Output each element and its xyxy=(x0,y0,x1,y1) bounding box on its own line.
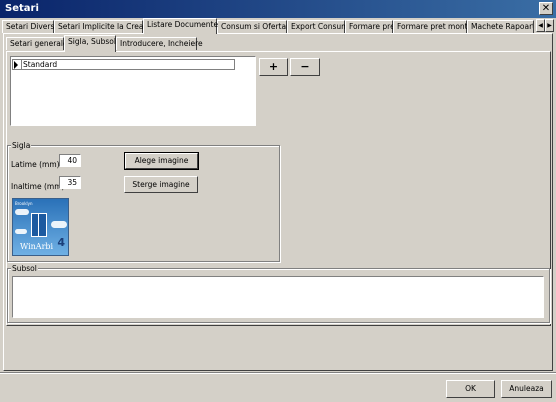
list-item[interactable]: Standard xyxy=(12,59,235,70)
footer-divider xyxy=(0,372,556,374)
list-item-label: Standard xyxy=(21,60,58,69)
cancel-button[interactable]: Anuleaza xyxy=(501,380,552,398)
scroll-left-button[interactable]: ◀ xyxy=(536,19,545,32)
tab-export-consum[interactable]: Export Consum xyxy=(287,20,348,33)
arrow-right-icon: ▶ xyxy=(547,22,552,29)
window-icon xyxy=(31,213,47,237)
tab-machete-rapoarte[interactable]: Machete Rapoarte xyxy=(467,20,534,33)
remove-button[interactable]: − xyxy=(290,58,320,76)
width-field[interactable]: 40 xyxy=(59,154,81,167)
main-tab-bar: Setari Diverse Setari Implicite la Crear… xyxy=(2,18,554,34)
close-button[interactable]: ✕ xyxy=(539,2,553,15)
logo-image: Brooklyn WinArbi 4 xyxy=(12,198,69,256)
tab-formare-pret-montaj[interactable]: Formare pret montaj xyxy=(393,20,474,33)
title-bar: Setari ✕ xyxy=(0,0,556,18)
scroll-right-button[interactable]: ▶ xyxy=(545,19,554,32)
choose-image-button[interactable]: Alege imagine xyxy=(124,152,199,170)
subsol-group-title: Subsol xyxy=(11,264,38,273)
tab-introducere-incheiere[interactable]: Introducere, Incheiere xyxy=(116,37,203,50)
row-pointer-icon xyxy=(14,61,18,69)
tab-setari-diverse[interactable]: Setari Diverse xyxy=(2,20,59,33)
window-title: Setari xyxy=(5,3,39,14)
close-icon: ✕ xyxy=(541,3,551,14)
logo-version: 4 xyxy=(57,236,65,249)
tab-formare-pret[interactable]: Formare pret xyxy=(345,20,398,33)
width-label: Latime (mm) xyxy=(11,160,60,169)
logo-brand: Brooklyn xyxy=(15,201,33,206)
ok-button[interactable]: OK xyxy=(446,380,495,398)
logo-name: WinArbi xyxy=(20,242,54,251)
height-label: Inaltime (mm) xyxy=(11,182,65,191)
tab-listare-documente[interactable]: Listare Documente xyxy=(143,18,218,34)
tab-scroll: ◀ ▶ xyxy=(536,19,554,32)
sigla-group-title: Sigla xyxy=(11,141,32,150)
template-list[interactable]: Standard xyxy=(10,56,256,126)
subsol-textarea[interactable] xyxy=(12,276,544,318)
height-field[interactable]: 35 xyxy=(59,176,81,189)
tab-setari-implicite[interactable]: Setari Implicite la Creare xyxy=(54,20,151,33)
tab-setari-generale[interactable]: Setari generale xyxy=(6,37,68,50)
arrow-left-icon: ◀ xyxy=(538,22,543,29)
tab-sigla-subsol[interactable]: Sigla, Subsol xyxy=(64,35,116,52)
tab-consum-ofertare[interactable]: Consum si Ofertare xyxy=(217,20,294,33)
delete-image-button[interactable]: Sterge imagine xyxy=(124,176,198,193)
add-button[interactable]: + xyxy=(259,58,288,76)
